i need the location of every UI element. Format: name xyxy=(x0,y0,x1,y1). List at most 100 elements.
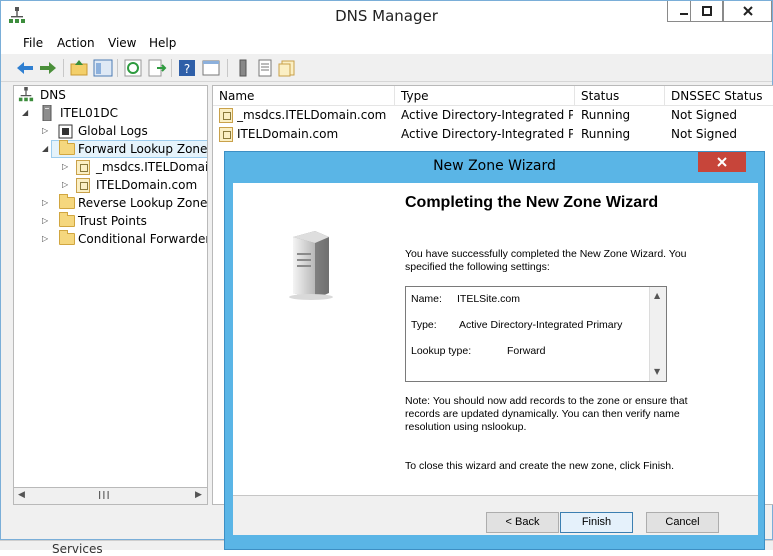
scroll-right-icon[interactable]: ▶ xyxy=(195,490,202,500)
column-header-dnssec-status[interactable]: DNSSEC Status xyxy=(665,86,773,106)
wizard-title: New Zone Wizard xyxy=(433,158,556,174)
wizard-close-button[interactable] xyxy=(698,152,746,172)
menu-file[interactable]: File xyxy=(23,36,43,50)
server-icon xyxy=(42,105,52,121)
export-list-icon[interactable] xyxy=(147,58,167,78)
list-cell-name: _msdcs.ITELDomain.com xyxy=(237,108,387,122)
wizard-divider xyxy=(233,495,758,496)
toolbar-separator xyxy=(171,59,172,77)
tree-node-zone-iteldomain[interactable]: ▷ ITELDomain.com xyxy=(62,176,207,194)
tree-node-global-logs[interactable]: ▷ Global Logs xyxy=(42,122,207,140)
summary-label: Lookup type: xyxy=(411,345,472,357)
cancel-button[interactable]: Cancel xyxy=(646,512,719,533)
summary-vertical-scrollbar[interactable]: ▲ ▼ xyxy=(649,287,666,381)
scroll-down-icon[interactable]: ▼ xyxy=(654,367,660,376)
event-log-icon xyxy=(58,124,73,139)
list-cell-type: Active Directory-Integrated Pr... xyxy=(401,127,573,141)
close-icon xyxy=(717,157,727,167)
list-header: Name Type Status DNSSEC Status xyxy=(213,86,773,106)
forward-arrow-icon[interactable] xyxy=(38,58,58,78)
summary-label: Name: xyxy=(411,293,442,305)
close-icon xyxy=(742,6,753,16)
menu-action[interactable]: Action xyxy=(57,36,95,50)
zone-icon xyxy=(76,178,90,193)
finish-button[interactable]: Finish xyxy=(560,512,633,533)
collapse-arrow-icon[interactable]: ◢ xyxy=(42,140,48,158)
server-icon[interactable] xyxy=(233,58,253,78)
list-cell-status: Running xyxy=(581,108,631,122)
tree-label-reverse-lookup-zones: Reverse Lookup Zones xyxy=(78,196,208,210)
menu-bar: File Action View Help xyxy=(1,32,772,54)
expand-arrow-icon[interactable]: ▷ xyxy=(62,176,68,194)
properties-pane-icon[interactable] xyxy=(201,58,221,78)
zone-files-icon[interactable] xyxy=(277,58,297,78)
title-bar: DNS Manager xyxy=(1,1,772,32)
svg-text:?: ? xyxy=(184,62,190,76)
refresh-icon[interactable] xyxy=(123,58,143,78)
wizard-heading: Completing the New Zone Wizard xyxy=(405,194,659,211)
back-arrow-icon[interactable] xyxy=(15,58,35,78)
toolbar-separator xyxy=(63,59,64,77)
list-cell-dnssec: Not Signed xyxy=(671,127,738,141)
list-item[interactable]: ITELDomain.com Active Directory-Integrat… xyxy=(213,125,773,144)
summary-value: Forward xyxy=(507,345,546,357)
zone-icon xyxy=(219,108,233,123)
close-button[interactable] xyxy=(723,1,772,22)
window-title: DNS Manager xyxy=(335,7,438,25)
record-list-icon[interactable] xyxy=(255,58,275,78)
menu-view[interactable]: View xyxy=(108,36,136,50)
summary-value: Active Directory-Integrated Primary xyxy=(459,319,623,331)
column-header-type[interactable]: Type xyxy=(395,86,575,106)
maximize-icon xyxy=(701,6,712,16)
tree-horizontal-scrollbar[interactable]: ◀ III ▶ xyxy=(13,487,208,505)
scroll-thumb-grip[interactable]: III xyxy=(98,489,111,502)
list-cell-name: ITELDomain.com xyxy=(237,127,339,141)
summary-label: Type: xyxy=(411,319,437,331)
up-folder-icon[interactable] xyxy=(69,58,89,78)
expand-arrow-icon[interactable]: ▷ xyxy=(42,230,48,248)
folder-icon xyxy=(59,140,75,155)
list-cell-dnssec: Not Signed xyxy=(671,108,738,122)
list-item[interactable]: _msdcs.ITELDomain.com Active Directory-I… xyxy=(213,106,773,125)
tree-label-dns: DNS xyxy=(40,88,66,102)
tree-node-reverse-lookup-zones[interactable]: ▷ Reverse Lookup Zones xyxy=(42,194,208,212)
toolbar-separator xyxy=(117,59,118,77)
zone-icon xyxy=(76,160,90,175)
console-tree: DNS ◢ ITEL01DC ▷ Global Logs ◢ Forward L… xyxy=(13,85,208,505)
status-text: Services xyxy=(52,542,103,556)
summary-value: ITELSite.com xyxy=(457,293,521,305)
tree-node-zone-msdcs[interactable]: ▷ _msdcs.ITELDomain.c xyxy=(62,158,208,176)
menu-help[interactable]: Help xyxy=(149,36,176,50)
back-button[interactable]: < Back xyxy=(486,512,559,533)
tree-node-trust-points[interactable]: ▷ Trust Points xyxy=(42,212,207,230)
tree-node-conditional-forwarders[interactable]: ▷ Conditional Forwarders xyxy=(42,230,207,248)
toolbar-separator xyxy=(227,59,228,77)
expand-arrow-icon[interactable]: ▷ xyxy=(42,194,48,212)
expand-arrow-icon[interactable]: ▷ xyxy=(42,122,48,140)
help-icon[interactable]: ? xyxy=(177,58,197,78)
list-cell-type: Active Directory-Integrated Pr... xyxy=(401,108,573,122)
column-header-status[interactable]: Status xyxy=(575,86,665,106)
expand-arrow-icon[interactable]: ▷ xyxy=(62,158,68,176)
new-zone-wizard-dialog: New Zone Wizard Completing the New Zone … xyxy=(224,151,765,550)
tree-label-server: ITEL01DC xyxy=(60,106,119,120)
list-cell-status: Running xyxy=(581,127,631,141)
collapse-arrow-icon[interactable]: ◢ xyxy=(22,104,28,122)
settings-summary-box: Name: ITELSite.com Type: Active Director… xyxy=(405,286,667,382)
tree-label-global-logs: Global Logs xyxy=(78,124,148,138)
expand-arrow-icon[interactable]: ▷ xyxy=(42,212,48,230)
wizard-side-panel xyxy=(233,183,398,495)
wizard-content: Completing the New Zone Wizard You have … xyxy=(398,183,758,495)
show-hide-tree-icon[interactable] xyxy=(93,58,113,78)
folder-icon xyxy=(59,212,75,227)
toolbar: ? xyxy=(1,54,772,82)
maximize-button[interactable] xyxy=(690,1,723,22)
scroll-left-icon[interactable]: ◀ xyxy=(18,490,25,500)
tree-node-server[interactable]: ◢ ITEL01DC xyxy=(22,104,202,122)
scroll-up-icon[interactable]: ▲ xyxy=(654,291,660,300)
tree-label-zone-msdcs: _msdcs.ITELDomain.c xyxy=(96,160,208,174)
column-header-name[interactable]: Name xyxy=(213,86,395,106)
tree-node-forward-lookup-zones[interactable]: ◢ Forward Lookup Zones xyxy=(42,140,207,158)
wizard-intro-text: You have successfully completed the New … xyxy=(405,248,687,273)
tree-node-dns[interactable]: DNS xyxy=(18,86,198,104)
